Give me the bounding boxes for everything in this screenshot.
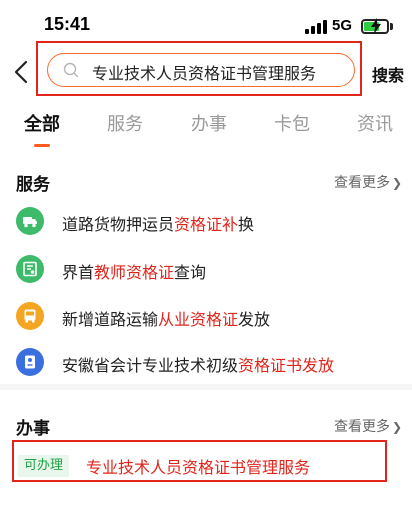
- back-button[interactable]: [10, 58, 34, 86]
- search-icon: [63, 62, 79, 78]
- tab-tasks[interactable]: 办事: [191, 110, 227, 136]
- service-item-label: 界首教师资格证查询: [62, 263, 207, 282]
- battery-nub: [390, 23, 393, 30]
- services-more-link[interactable]: 查看更多 ❯: [334, 172, 402, 192]
- bolt-icon: [371, 18, 381, 34]
- service-item-label: 新增道路运输从业资格证发放: [62, 310, 271, 329]
- service-icon-bg: [16, 255, 44, 283]
- service-item-accounting-license[interactable]: 安徽省会计专业技术初级资格证书发放: [16, 346, 396, 378]
- search-input[interactable]: 专业技术人员资格证书管理服务: [47, 53, 355, 87]
- tab-services[interactable]: 服务: [107, 110, 143, 136]
- certificate-icon: [23, 261, 37, 277]
- tasks-more-label: 查看更多: [334, 419, 390, 435]
- status-bar: 15:41 5G: [0, 0, 412, 44]
- service-item-label: 安徽省会计专业技术初级资格证书发放: [62, 356, 335, 375]
- service-icon-bg: [16, 207, 44, 235]
- task-item-link[interactable]: 专业技术人员资格证书管理服务: [86, 454, 310, 478]
- services-section-title: 服务: [16, 175, 50, 195]
- service-item-transport-license[interactable]: 新增道路运输从业资格证发放: [16, 300, 396, 332]
- truck-icon: [23, 217, 37, 228]
- service-icon-bg: [16, 302, 44, 330]
- chevron-right-icon: ❯: [392, 420, 403, 434]
- tab-active-indicator: [34, 144, 50, 147]
- search-button[interactable]: 搜索: [372, 62, 404, 86]
- status-time: 15:41: [44, 14, 91, 34]
- tab-all[interactable]: 全部: [24, 110, 60, 136]
- network-label: 5G: [332, 17, 353, 34]
- service-icon-bg: [16, 348, 44, 376]
- tab-bar: 全部 服务 办事 卡包 资讯: [0, 110, 412, 154]
- service-item-escort-license[interactable]: 道路货物押运员资格证补换: [16, 205, 396, 237]
- bus-icon: [24, 309, 36, 323]
- services-more-label: 查看更多: [334, 175, 390, 191]
- tasks-more-link[interactable]: 查看更多 ❯: [334, 416, 402, 436]
- service-item-teacher-license[interactable]: 界首教师资格证查询: [16, 253, 396, 285]
- search-query: 专业技术人员资格证书管理服务: [92, 64, 317, 83]
- battery-icon: [361, 18, 389, 34]
- chevron-right-icon: ❯: [392, 176, 403, 190]
- tasks-section-title: 办事: [16, 419, 50, 439]
- id-card-icon: [25, 355, 35, 369]
- tab-card-wallet[interactable]: 卡包: [274, 110, 310, 136]
- service-item-label: 道路货物押运员资格证补换: [62, 215, 255, 234]
- signal-icon: [305, 20, 327, 34]
- task-available-badge: 可办理: [18, 455, 70, 477]
- tab-news[interactable]: 资讯: [357, 110, 393, 136]
- section-divider: [0, 384, 412, 390]
- chevron-left-icon: [14, 60, 28, 84]
